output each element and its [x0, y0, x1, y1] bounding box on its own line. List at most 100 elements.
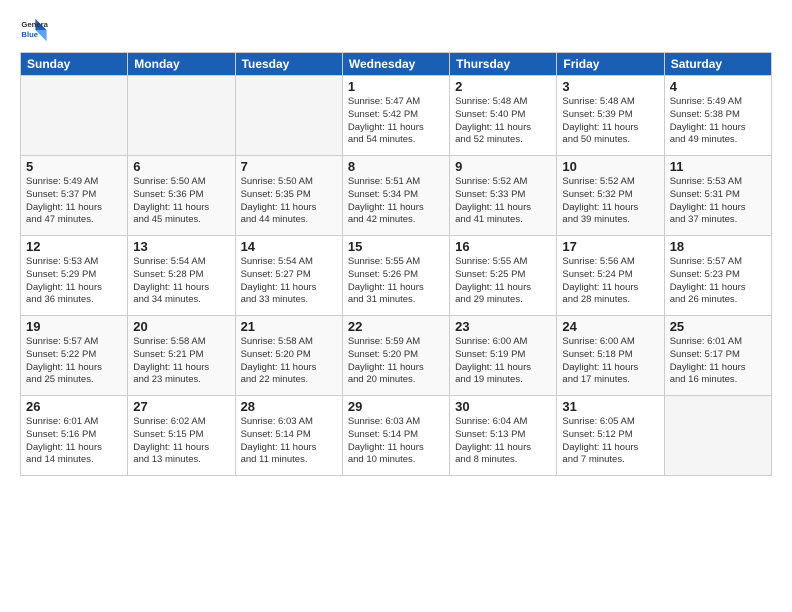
calendar-header-monday: Monday [128, 53, 235, 76]
day-info: Sunrise: 6:04 AM Sunset: 5:13 PM Dayligh… [455, 416, 551, 467]
day-number: 21 [241, 319, 337, 334]
calendar-table: SundayMondayTuesdayWednesdayThursdayFrid… [20, 52, 772, 476]
day-info: Sunrise: 5:50 AM Sunset: 5:35 PM Dayligh… [241, 176, 337, 227]
calendar-cell: 20 Sunrise: 5:58 AM Sunset: 5:21 PM Dayli… [128, 316, 235, 396]
calendar-header-saturday: Saturday [664, 53, 771, 76]
day-number: 2 [455, 79, 551, 94]
day-info: Sunrise: 6:00 AM Sunset: 5:19 PM Dayligh… [455, 336, 551, 387]
calendar-cell: 30 Sunrise: 6:04 AM Sunset: 5:13 PM Dayli… [450, 396, 557, 476]
day-info: Sunrise: 5:52 AM Sunset: 5:33 PM Dayligh… [455, 176, 551, 227]
calendar-cell: 31 Sunrise: 6:05 AM Sunset: 5:12 PM Dayli… [557, 396, 664, 476]
day-info: Sunrise: 5:56 AM Sunset: 5:24 PM Dayligh… [562, 256, 658, 307]
calendar-cell: 13Sunrise: 5:54 AM Sunset: 5:28 PM Dayli… [128, 236, 235, 316]
logo-icon: General Blue [20, 16, 48, 44]
calendar-cell [664, 396, 771, 476]
day-info: Sunrise: 5:55 AM Sunset: 5:26 PM Dayligh… [348, 256, 444, 307]
calendar-header-tuesday: Tuesday [235, 53, 342, 76]
day-number: 5 [26, 159, 122, 174]
day-number: 29 [348, 399, 444, 414]
day-info: Sunrise: 5:58 AM Sunset: 5:21 PM Dayligh… [133, 336, 229, 387]
calendar-cell: 11 Sunrise: 5:53 AM Sunset: 5:31 PM Dayli… [664, 156, 771, 236]
day-number: 17 [562, 239, 658, 254]
calendar-cell [21, 76, 128, 156]
calendar-cell [128, 76, 235, 156]
day-number: 30 [455, 399, 551, 414]
day-number: 1 [348, 79, 444, 94]
day-info: Sunrise: 5:49 AM Sunset: 5:37 PM Dayligh… [26, 176, 122, 227]
calendar-cell: 23 Sunrise: 6:00 AM Sunset: 5:19 PM Dayli… [450, 316, 557, 396]
calendar-cell: 4 Sunrise: 5:49 AM Sunset: 5:38 PM Daylig… [664, 76, 771, 156]
calendar-cell: 6 Sunrise: 5:50 AM Sunset: 5:36 PM Daylig… [128, 156, 235, 236]
day-number: 12 [26, 239, 122, 254]
day-info: Sunrise: 5:59 AM Sunset: 5:20 PM Dayligh… [348, 336, 444, 387]
day-number: 26 [26, 399, 122, 414]
calendar-cell: 19Sunrise: 5:57 AM Sunset: 5:22 PM Dayli… [21, 316, 128, 396]
day-number: 31 [562, 399, 658, 414]
day-info: Sunrise: 6:01 AM Sunset: 5:16 PM Dayligh… [26, 416, 122, 467]
day-number: 20 [133, 319, 229, 334]
day-info: Sunrise: 5:55 AM Sunset: 5:25 PM Dayligh… [455, 256, 551, 307]
day-info: Sunrise: 6:05 AM Sunset: 5:12 PM Dayligh… [562, 416, 658, 467]
calendar-week-1: 1 Sunrise: 5:47 AM Sunset: 5:42 PM Daylig… [21, 76, 772, 156]
calendar-cell: 26 Sunrise: 6:01 AM Sunset: 5:16 PM Dayli… [21, 396, 128, 476]
day-info: Sunrise: 5:47 AM Sunset: 5:42 PM Dayligh… [348, 96, 444, 147]
day-number: 25 [670, 319, 766, 334]
calendar-cell: 14 Sunrise: 5:54 AM Sunset: 5:27 PM Dayli… [235, 236, 342, 316]
day-number: 16 [455, 239, 551, 254]
day-number: 4 [670, 79, 766, 94]
day-number: 8 [348, 159, 444, 174]
calendar-week-2: 5 Sunrise: 5:49 AM Sunset: 5:37 PM Daylig… [21, 156, 772, 236]
calendar-week-5: 26 Sunrise: 6:01 AM Sunset: 5:16 PM Dayli… [21, 396, 772, 476]
day-number: 13 [133, 239, 229, 254]
calendar-header-thursday: Thursday [450, 53, 557, 76]
calendar-cell: 5 Sunrise: 5:49 AM Sunset: 5:37 PM Daylig… [21, 156, 128, 236]
day-info: Sunrise: 6:03 AM Sunset: 5:14 PM Dayligh… [348, 416, 444, 467]
day-info: Sunrise: 5:53 AM Sunset: 5:29 PM Dayligh… [26, 256, 122, 307]
calendar-cell: 27Sunrise: 6:02 AM Sunset: 5:15 PM Dayli… [128, 396, 235, 476]
calendar-cell: 8Sunrise: 5:51 AM Sunset: 5:34 PM Daylig… [342, 156, 449, 236]
calendar-header-wednesday: Wednesday [342, 53, 449, 76]
calendar-cell: 21 Sunrise: 5:58 AM Sunset: 5:20 PM Dayli… [235, 316, 342, 396]
calendar-cell: 9 Sunrise: 5:52 AM Sunset: 5:33 PM Daylig… [450, 156, 557, 236]
calendar-cell: 22 Sunrise: 5:59 AM Sunset: 5:20 PM Dayli… [342, 316, 449, 396]
svg-text:General: General [21, 20, 48, 29]
logo: General Blue [20, 16, 48, 44]
day-info: Sunrise: 6:03 AM Sunset: 5:14 PM Dayligh… [241, 416, 337, 467]
calendar-cell: 2Sunrise: 5:48 AM Sunset: 5:40 PM Daylig… [450, 76, 557, 156]
calendar-cell: 29 Sunrise: 6:03 AM Sunset: 5:14 PM Dayli… [342, 396, 449, 476]
day-number: 3 [562, 79, 658, 94]
calendar-cell: 24 Sunrise: 6:00 AM Sunset: 5:18 PM Dayli… [557, 316, 664, 396]
day-number: 10 [562, 159, 658, 174]
day-info: Sunrise: 5:52 AM Sunset: 5:32 PM Dayligh… [562, 176, 658, 227]
day-number: 18 [670, 239, 766, 254]
day-number: 11 [670, 159, 766, 174]
calendar-cell: 7Sunrise: 5:50 AM Sunset: 5:35 PM Daylig… [235, 156, 342, 236]
calendar-week-3: 12 Sunrise: 5:53 AM Sunset: 5:29 PM Dayli… [21, 236, 772, 316]
day-info: Sunrise: 5:58 AM Sunset: 5:20 PM Dayligh… [241, 336, 337, 387]
calendar-cell: 3Sunrise: 5:48 AM Sunset: 5:39 PM Daylig… [557, 76, 664, 156]
day-number: 6 [133, 159, 229, 174]
day-info: Sunrise: 6:01 AM Sunset: 5:17 PM Dayligh… [670, 336, 766, 387]
calendar-week-4: 19Sunrise: 5:57 AM Sunset: 5:22 PM Dayli… [21, 316, 772, 396]
day-info: Sunrise: 5:53 AM Sunset: 5:31 PM Dayligh… [670, 176, 766, 227]
page: General Blue SundayMondayTuesdayWednesda… [0, 0, 792, 612]
svg-text:Blue: Blue [21, 30, 38, 39]
calendar-cell: 16 Sunrise: 5:55 AM Sunset: 5:25 PM Dayli… [450, 236, 557, 316]
day-number: 24 [562, 319, 658, 334]
day-info: Sunrise: 6:02 AM Sunset: 5:15 PM Dayligh… [133, 416, 229, 467]
day-number: 23 [455, 319, 551, 334]
day-info: Sunrise: 5:49 AM Sunset: 5:38 PM Dayligh… [670, 96, 766, 147]
calendar-cell: 10 Sunrise: 5:52 AM Sunset: 5:32 PM Dayli… [557, 156, 664, 236]
day-number: 22 [348, 319, 444, 334]
calendar-cell: 1 Sunrise: 5:47 AM Sunset: 5:42 PM Daylig… [342, 76, 449, 156]
day-info: Sunrise: 6:00 AM Sunset: 5:18 PM Dayligh… [562, 336, 658, 387]
calendar-cell: 28 Sunrise: 6:03 AM Sunset: 5:14 PM Dayli… [235, 396, 342, 476]
day-info: Sunrise: 5:54 AM Sunset: 5:27 PM Dayligh… [241, 256, 337, 307]
day-number: 19 [26, 319, 122, 334]
day-info: Sunrise: 5:50 AM Sunset: 5:36 PM Dayligh… [133, 176, 229, 227]
day-number: 9 [455, 159, 551, 174]
day-number: 14 [241, 239, 337, 254]
calendar-cell: 15Sunrise: 5:55 AM Sunset: 5:26 PM Dayli… [342, 236, 449, 316]
header: General Blue [20, 16, 772, 44]
day-number: 28 [241, 399, 337, 414]
